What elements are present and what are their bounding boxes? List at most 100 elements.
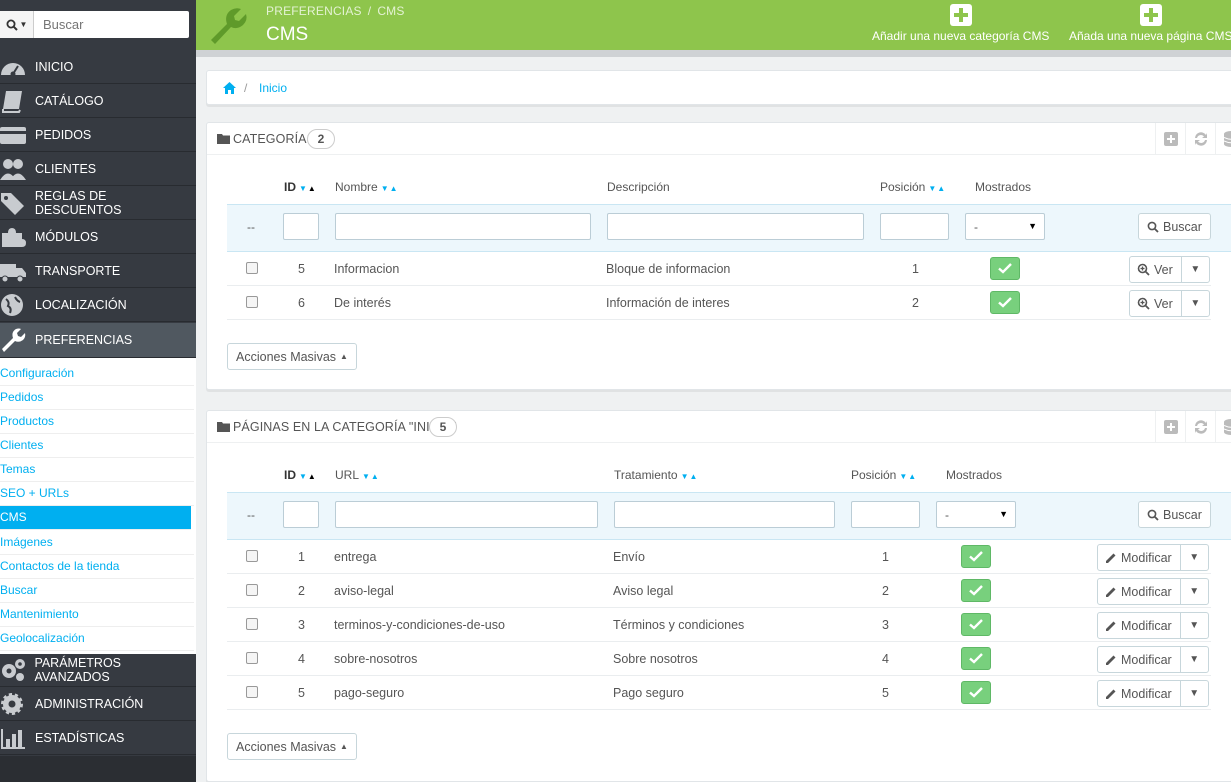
sidebar-item-inicio[interactable]: INICIO [0, 51, 196, 84]
enabled-check-icon[interactable] [961, 647, 991, 670]
edit-main[interactable]: Modificar [1098, 579, 1181, 604]
breadcrumb-home-link[interactable]: Inicio [259, 81, 287, 95]
caret-down-icon[interactable]: ▼ [1181, 647, 1208, 672]
submenu-item-clientes[interactable]: Clientes [0, 434, 194, 458]
edit-main[interactable]: Modificar [1098, 647, 1181, 672]
sort-icon[interactable]: ▼▲ [928, 184, 946, 193]
database-icon[interactable] [1215, 411, 1231, 443]
row-checkbox[interactable] [246, 550, 258, 562]
edit-button[interactable]: Modificar ▼ [1097, 646, 1209, 673]
caret-down-icon[interactable]: ▼ [1181, 681, 1208, 706]
filter-position-input[interactable] [851, 501, 920, 528]
enabled-check-icon[interactable] [990, 257, 1020, 280]
home-icon[interactable] [223, 82, 236, 94]
edit-main[interactable]: Modificar [1098, 545, 1181, 570]
edit-button[interactable]: Modificar ▼ [1097, 680, 1209, 707]
enabled-check-icon[interactable] [961, 545, 991, 568]
bulk-actions-button[interactable]: Acciones Masivas ▲ [227, 733, 357, 760]
sidebar-item-reglas[interactable]: REGLAS DE DESCUENTOS [0, 187, 196, 220]
row-checkbox[interactable] [246, 262, 258, 274]
sidebar-item-clientes[interactable]: CLIENTES [0, 153, 196, 186]
add-category-button[interactable]: Añadir una nueva categoría CMS [872, 4, 1049, 43]
edit-main[interactable]: Modificar [1098, 681, 1181, 706]
sidebar-item-preferencias[interactable]: PREFERENCIAS [0, 323, 196, 358]
filter-search-button[interactable]: Buscar [1138, 213, 1211, 240]
add-page-button[interactable]: Añada una nueva página CMS [1069, 4, 1231, 43]
submenu-item-cms[interactable]: CMS [0, 506, 191, 530]
sort-icon[interactable]: ▼▲ [362, 472, 380, 481]
sidebar-item-administracion[interactable]: ADMINISTRACIÓN [0, 688, 196, 721]
submenu-item-imagenes[interactable]: Imágenes [0, 531, 194, 555]
edit-button[interactable]: Modificar ▼ [1097, 612, 1209, 639]
row-checkbox[interactable] [246, 584, 258, 596]
filter-treatment-input[interactable] [614, 501, 835, 528]
edit-main[interactable]: Modificar [1098, 613, 1181, 638]
enabled-check-icon[interactable] [990, 291, 1020, 314]
add-new-icon[interactable] [1155, 123, 1185, 155]
row-checkbox[interactable] [246, 652, 258, 664]
col-header-url[interactable]: URL ▼▲ [335, 468, 380, 482]
submenu-item-seo[interactable]: SEO + URLs [0, 482, 194, 506]
row-checkbox[interactable] [246, 296, 258, 308]
sidebar-item-estadisticas[interactable]: ESTADÍSTICAS [0, 722, 196, 755]
filter-shown-select[interactable]: - ▼ [936, 501, 1016, 528]
filter-search-button[interactable]: Buscar [1138, 501, 1211, 528]
caret-down-icon[interactable]: ▼ [1181, 545, 1208, 570]
table-row[interactable]: 2 aviso-legal Aviso legal 2 Modificar ▼ [227, 574, 1211, 608]
caret-down-icon[interactable]: ▼ [1182, 257, 1209, 282]
submenu-item-productos[interactable]: Productos [0, 410, 194, 434]
refresh-icon[interactable] [1185, 411, 1215, 443]
bulk-actions-button[interactable]: Acciones Masivas ▲ [227, 343, 357, 370]
submenu-item-configuracion[interactable]: Configuración [0, 362, 194, 386]
table-row[interactable]: 5 pago-seguro Pago seguro 5 Modificar ▼ [227, 676, 1211, 710]
col-header-name[interactable]: Nombre ▼▲ [335, 180, 399, 194]
table-row[interactable]: 6 De interés Información de interes 2 Ve… [227, 286, 1211, 320]
add-new-icon[interactable] [1155, 411, 1185, 443]
filter-id-input[interactable] [283, 501, 319, 528]
submenu-item-pedidos[interactable]: Pedidos [0, 386, 194, 410]
col-header-position[interactable]: Posición ▼▲ [851, 468, 917, 482]
table-row[interactable]: 1 entrega Envío 1 Modificar ▼ [227, 540, 1211, 574]
search-input[interactable] [34, 12, 184, 37]
sidebar-item-parametros[interactable]: PARÁMETROS AVANZADOS [0, 654, 196, 687]
search-scope-dropdown[interactable]: ▼ [0, 11, 34, 38]
filter-shown-select[interactable]: - ▼ [965, 213, 1045, 240]
filter-url-input[interactable] [335, 501, 598, 528]
view-button[interactable]: Ver ▼ [1129, 256, 1210, 283]
submenu-item-geolocalizacion[interactable]: Geolocalización [0, 627, 194, 651]
enabled-check-icon[interactable] [961, 681, 991, 704]
enabled-check-icon[interactable] [961, 613, 991, 636]
sidebar-item-pedidos[interactable]: PEDIDOS [0, 119, 196, 152]
edit-button[interactable]: Modificar ▼ [1097, 578, 1209, 605]
table-row[interactable]: 5 Informacion Bloque de informacion 1 Ve… [227, 252, 1211, 286]
submenu-item-temas[interactable]: Temas [0, 458, 194, 482]
sidebar-item-transporte[interactable]: TRANSPORTE [0, 255, 196, 288]
filter-position-input[interactable] [880, 213, 949, 240]
database-icon[interactable] [1215, 123, 1231, 155]
enabled-check-icon[interactable] [961, 579, 991, 602]
caret-down-icon[interactable]: ▼ [1181, 579, 1208, 604]
view-button[interactable]: Ver ▼ [1129, 290, 1210, 317]
col-header-treatment[interactable]: Tratamiento ▼▲ [614, 468, 698, 482]
submenu-item-buscar[interactable]: Buscar [0, 579, 194, 603]
sort-icon[interactable]: ▼▲ [381, 184, 399, 193]
caret-down-icon[interactable]: ▼ [1181, 613, 1208, 638]
sidebar-item-modulos[interactable]: MÓDULOS [0, 221, 196, 254]
sort-icon[interactable]: ▼▲ [899, 472, 917, 481]
sort-icon[interactable]: ▼▲ [299, 184, 317, 193]
edit-button[interactable]: Modificar ▼ [1097, 544, 1209, 571]
col-header-id[interactable]: ID ▼▲ [284, 180, 317, 194]
refresh-icon[interactable] [1185, 123, 1215, 155]
table-row[interactable]: 4 sobre-nosotros Sobre nosotros 4 Modifi… [227, 642, 1211, 676]
caret-down-icon[interactable]: ▼ [1182, 291, 1209, 316]
table-row[interactable]: 3 terminos-y-condiciones-de-uso Términos… [227, 608, 1211, 642]
col-header-position[interactable]: Posición ▼▲ [880, 180, 946, 194]
sort-icon[interactable]: ▼▲ [299, 472, 317, 481]
sidebar-item-localizacion[interactable]: LOCALIZACIÓN [0, 289, 196, 322]
filter-name-input[interactable] [335, 213, 591, 240]
row-checkbox[interactable] [246, 618, 258, 630]
row-checkbox[interactable] [246, 686, 258, 698]
sidebar-item-catalogo[interactable]: CATÁLOGO [0, 85, 196, 118]
sort-icon[interactable]: ▼▲ [681, 472, 699, 481]
filter-description-input[interactable] [607, 213, 864, 240]
